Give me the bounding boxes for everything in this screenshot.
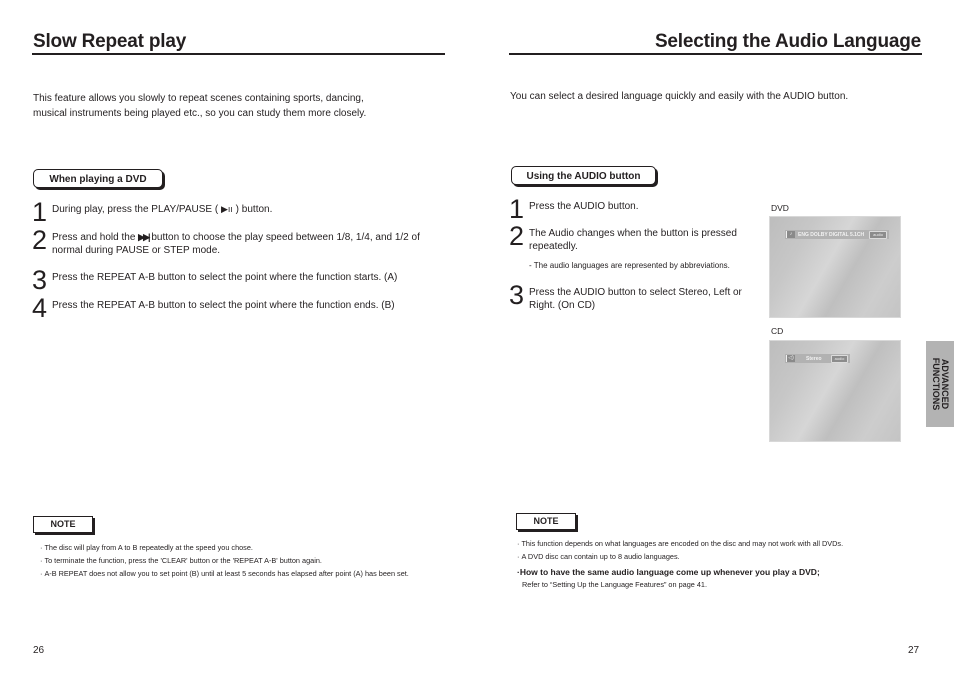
step-text-part: Press and hold the [52,232,139,243]
page-title: Selecting the Audio Language [654,31,921,52]
osd-bar: ◁) Stereo audio [785,354,851,363]
bullet-icon: · [517,539,520,548]
step-text: Press the AUDIO button to select Stereo,… [529,287,742,311]
osd-bar: ♪ ENG DOLBY DIGITAL 5.1CH audio [785,230,889,239]
note-item: · This function depends on what languages… [517,537,843,550]
step-text: The Audio changes when the button is pre… [529,228,737,252]
step-1: 1 During play, press the PLAY/PAUSE ( ▶ı… [32,197,442,227]
play-pause-icon: ▶ıı [220,204,233,214]
osd-text: ENG DOLBY DIGITAL 5.1CH [798,231,865,238]
step-4: 4 Press the REPEAT A-B button to select … [32,293,452,323]
page-title: Slow Repeat play [33,31,187,52]
step-text: Press the REPEAT A-B button to select th… [52,272,398,283]
bullet-icon: · [40,569,43,578]
audio-icon: ♪ [786,231,795,238]
step-text: During play, press the PLAY/PAUSE ( ▶ıı … [52,201,272,216]
note-item-text: This function depends on what languages … [521,539,844,548]
step-text: Press the REPEAT A-B button to select th… [52,300,395,311]
note-item-text: A DVD disc can contain up to 8 audio lan… [521,552,680,561]
intro-text: This feature allows you slowly to repeat… [33,91,453,121]
note-label: NOTE [33,516,93,533]
note-item: · A DVD disc can contain up to 8 audio la… [517,550,843,563]
step-3: 3 Press the REPEAT A-B button to select … [32,265,452,295]
page-number: 27 [908,645,920,656]
note-list: · This function depends on what languages… [517,537,843,590]
skip-forward-icon: ▶▶| [138,232,150,242]
note-item-text: The disc will play from A to B repeatedl… [44,543,253,552]
step-2: 2 The Audio changes when the button is p… [509,221,749,253]
screen-label-dvd: DVD [771,203,789,213]
step-1: 1 Press the AUDIO button. [509,194,749,224]
cd-osd-screenshot: ◁) Stereo audio [769,340,901,442]
step-number: 3 [32,265,47,295]
page-number: 26 [33,645,45,656]
step-2-subnote: - The audio languages are represented by… [529,261,730,270]
step-3: 3 Press the AUDIO button to select Stere… [509,280,749,312]
section-tab-dvd: When playing a DVD [33,169,163,188]
chapter-side-tab: ADVANCED FUNCTIONS [926,341,954,427]
note-label: NOTE [516,513,576,530]
step-text-part: ) button. [232,204,273,215]
step-number: 2 [32,225,47,255]
side-tab-line: ADVANCED [940,358,950,410]
step-text-part: During play, press the PLAY/PAUSE ( [52,204,221,215]
intro-line: This feature allows you slowly to repeat… [33,93,364,104]
bullet-icon: · [40,543,43,552]
note-item-text: A-B REPEAT does not allow you to set poi… [44,569,409,578]
audio-badge: audio [869,230,887,239]
bullet-icon: · [517,552,520,561]
step-number: 2 [509,221,524,251]
note-item: · A-B REPEAT does not allow you to set po… [40,567,409,580]
note-item: · To terminate the function, press the 'C… [40,554,409,567]
note-item-text: To terminate the function, press the 'CL… [44,556,322,565]
note-reference: Refer to “Setting Up the Language Featur… [522,580,707,589]
title-rule [32,53,445,55]
speaker-icon: ◁) [786,355,795,362]
step-2: 2 Press and hold the ▶▶| button to choos… [32,225,442,257]
title-rule [509,53,922,55]
chapter-side-tab-label: ADVANCED FUNCTIONS [931,357,950,411]
intro-line: musical instruments being played etc., s… [33,108,367,119]
bullet-icon: · [40,556,43,565]
screen-label-cd: CD [771,326,784,336]
side-tab-line: FUNCTIONS [931,357,941,411]
osd-text: Stereo [806,355,822,362]
section-tab-audio: Using the AUDIO button [511,166,656,185]
step-number: 3 [509,280,524,310]
note-item-bold: ·How to have the same audio language com… [517,566,843,579]
step-number: 4 [32,293,47,323]
note-list: · The disc will play from A to B repeated… [40,541,409,580]
intro-text: You can select a desired language quickl… [510,91,849,102]
step-text: Press the AUDIO button. [529,201,639,212]
dvd-osd-screenshot: ♪ ENG DOLBY DIGITAL 5.1CH audio [769,216,901,318]
audio-badge: audio [830,354,849,363]
step-number: 1 [32,197,47,227]
step-text: Press and hold the ▶▶| button to choose … [52,229,442,257]
note-item: · The disc will play from A to B repeated… [40,541,409,554]
note-item-text: How to have the same audio language come… [519,567,820,577]
step-number: 1 [509,194,524,224]
